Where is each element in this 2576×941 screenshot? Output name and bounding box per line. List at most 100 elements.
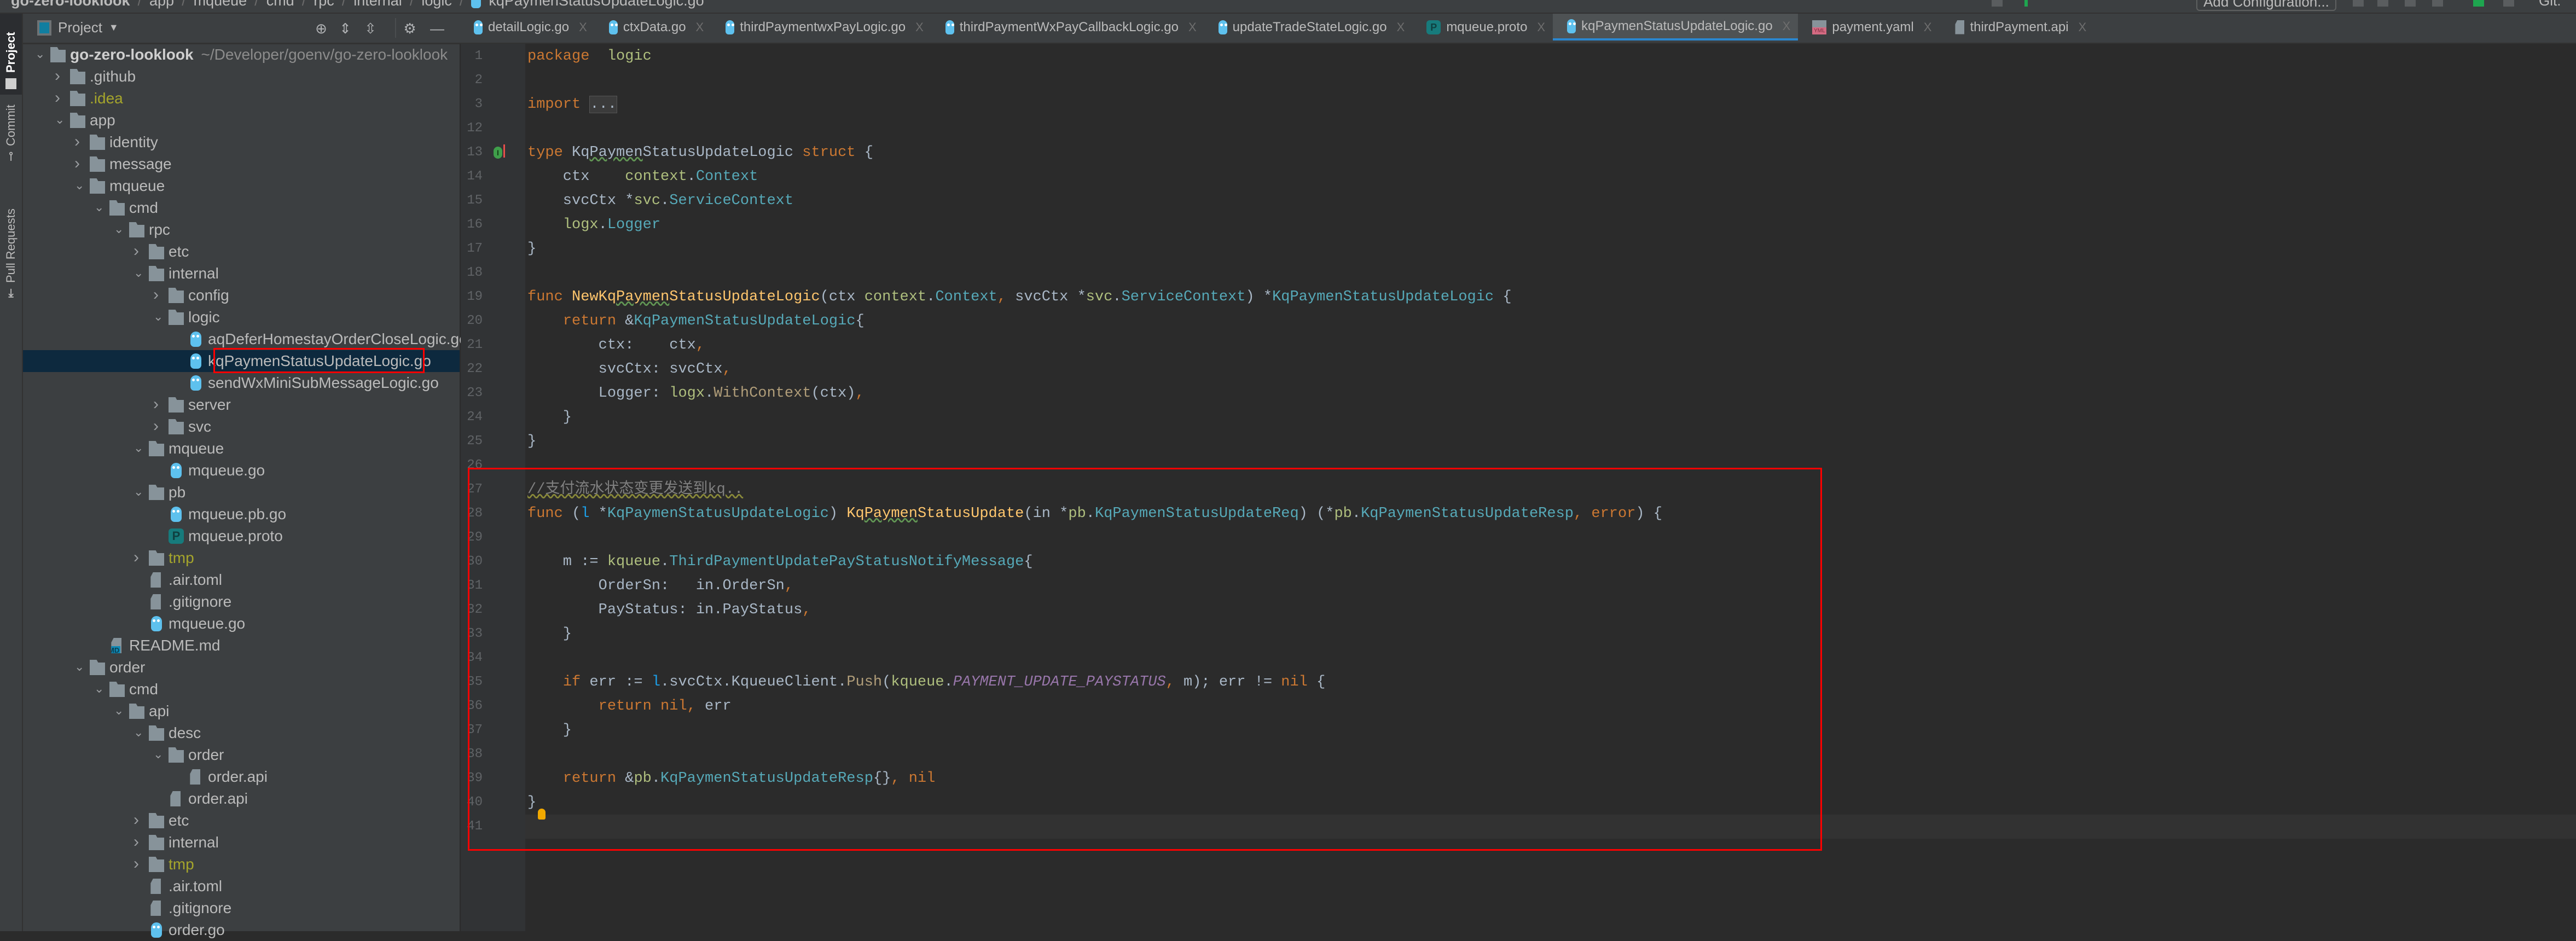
close-tab-icon[interactable]: X: [579, 20, 587, 34]
tree-item[interactable]: ⌄ mqueue: [23, 175, 460, 197]
chevron-down-icon[interactable]: ⌄: [74, 177, 85, 194]
code-line[interactable]: return nil, err: [525, 694, 2576, 718]
code-line[interactable]: [525, 646, 2576, 670]
tab-thirdPayment-api[interactable]: thirdPayment.api X: [1939, 14, 2094, 40]
tree-item[interactable]: order.api: [23, 766, 460, 788]
code-line[interactable]: [525, 742, 2576, 766]
tree-item[interactable]: Pmqueue.proto: [23, 525, 460, 547]
git-branch-icon[interactable]: [2473, 0, 2484, 7]
run-icon[interactable]: [2353, 0, 2364, 7]
close-tab-icon[interactable]: X: [1537, 20, 1545, 34]
code-line[interactable]: OrderSn: in.OrderSn,: [525, 574, 2576, 598]
chevron-down-icon[interactable]: ⌄: [134, 724, 144, 741]
chevron-right-icon[interactable]: ›: [134, 549, 144, 566]
code-line[interactable]: ctx: ctx,: [525, 333, 2576, 357]
tree-item[interactable]: › message: [23, 153, 460, 175]
code-line[interactable]: PayStatus: in.PayStatus,: [525, 598, 2576, 622]
tree-item[interactable]: ⌄ rpc: [23, 219, 460, 241]
code-line[interactable]: }: [525, 429, 2576, 454]
code-line[interactable]: }: [525, 622, 2576, 646]
project-view-selector[interactable]: Project ▼: [37, 19, 119, 36]
chevron-right-icon[interactable]: ›: [134, 834, 144, 850]
tree-item[interactable]: › etc: [23, 810, 460, 832]
code-line[interactable]: ctx context.Context: [525, 165, 2576, 189]
chevron-down-icon[interactable]: ⌄: [134, 265, 144, 281]
tree-item[interactable]: ⌄ order: [23, 744, 460, 766]
tab-kqPaymenStatusUpdateLogic-go[interactable]: kqPaymenStatusUpdateLogic.go X: [1553, 14, 1798, 40]
git-label[interactable]: Git:: [2539, 0, 2561, 9]
close-tab-icon[interactable]: X: [696, 20, 704, 34]
tree-item[interactable]: ⌄ app: [23, 109, 460, 131]
chevron-right-icon[interactable]: ›: [134, 856, 144, 872]
code-line[interactable]: [525, 68, 2576, 92]
code-line[interactable]: logx.Logger: [525, 213, 2576, 237]
tree-item[interactable]: .gitignore: [23, 897, 460, 919]
tree-item[interactable]: ⌄ internal: [23, 263, 460, 284]
tab-payment-yaml[interactable]: payment.yaml X: [1798, 14, 1939, 40]
coverage-icon[interactable]: [2405, 0, 2416, 7]
tree-item[interactable]: › internal: [23, 832, 460, 853]
go-to-usage-arrow-icon[interactable]: [503, 144, 505, 158]
tree-item[interactable]: › config: [23, 284, 460, 306]
breadcrumb-item[interactable]: logic: [421, 0, 452, 9]
code-editor[interactable]: package logic import ... type KqPaymenStat…: [525, 44, 2576, 931]
tree-item[interactable]: mqueue.go: [23, 613, 460, 635]
tree-item[interactable]: › tmp: [23, 547, 460, 569]
debug-icon[interactable]: [2377, 0, 2388, 7]
code-line[interactable]: svcCtx: svcCtx,: [525, 357, 2576, 381]
chevron-down-icon[interactable]: ⌄: [134, 484, 144, 500]
chevron-right-icon[interactable]: ›: [153, 418, 164, 434]
close-tab-icon[interactable]: X: [1924, 20, 1932, 34]
breadcrumb-item[interactable]: kqPaymenStatusUpdateLogic.go: [489, 0, 704, 9]
chevron-down-icon[interactable]: ⌄: [55, 112, 66, 128]
lightbulb-icon[interactable]: [538, 809, 546, 820]
code-line[interactable]: [525, 454, 2576, 478]
tree-item[interactable]: order.go: [23, 919, 460, 941]
tree-item[interactable]: sendWxMiniSubMessageLogic.go: [23, 372, 460, 394]
code-line[interactable]: [525, 117, 2576, 141]
commit-tool-tab[interactable]: ⊸ Commit: [0, 96, 22, 167]
code-line[interactable]: svcCtx *svc.ServiceContext: [525, 189, 2576, 213]
tree-item[interactable]: ⌄ order: [23, 657, 460, 678]
project-tool-tab[interactable]: Project: [0, 14, 22, 95]
user-icon[interactable]: [1992, 0, 2003, 7]
code-line[interactable]: return &pb.KqPaymenStatusUpdateResp{}, n…: [525, 766, 2576, 791]
code-line[interactable]: [525, 526, 2576, 550]
breadcrumb-item[interactable]: internal: [353, 0, 402, 9]
chevron-down-icon[interactable]: ⌄: [94, 681, 105, 697]
code-line[interactable]: package logic: [525, 44, 2576, 68]
tab-ctxData-go[interactable]: ctxData.go X: [595, 14, 711, 40]
close-tab-icon[interactable]: X: [2079, 20, 2087, 34]
tree-item[interactable]: ⌄ api: [23, 700, 460, 722]
code-line[interactable]: }: [525, 718, 2576, 742]
tree-item[interactable]: .air.toml: [23, 875, 460, 897]
chevron-right-icon[interactable]: ›: [55, 90, 66, 106]
breadcrumb-item[interactable]: mqueue: [194, 0, 247, 9]
chevron-right-icon[interactable]: ›: [74, 155, 85, 172]
code-line[interactable]: import ...: [525, 92, 2576, 117]
close-tab-icon[interactable]: X: [1783, 19, 1791, 33]
breadcrumb-item[interactable]: go-zero-looklook: [11, 0, 130, 9]
chevron-right-icon[interactable]: ›: [55, 68, 66, 84]
tree-item[interactable]: ⌄ logic: [23, 306, 460, 328]
code-line[interactable]: type KqPaymenStatusUpdateLogic struct {: [525, 141, 2576, 165]
tab-thirdPaymentWxPayCallbackLogic-go[interactable]: thirdPaymentWxPayCallbackLogic.go X: [931, 14, 1204, 40]
implementation-gutter-icon[interactable]: I: [494, 147, 502, 159]
expand-all-icon[interactable]: ⇕: [337, 20, 353, 37]
tree-item[interactable]: ⌄ cmd: [23, 678, 460, 700]
tree-item[interactable]: ⌄ cmd: [23, 197, 460, 219]
add-configuration-button[interactable]: Add Configuration...: [2196, 0, 2336, 11]
locate-icon[interactable]: ⊕: [313, 20, 329, 37]
close-tab-icon[interactable]: X: [1188, 20, 1197, 34]
build-hammer-icon[interactable]: [2024, 0, 2028, 7]
tree-item[interactable]: › etc: [23, 241, 460, 263]
tree-item[interactable]: › .github: [23, 66, 460, 88]
tree-item[interactable]: aqDeferHomestayOrderCloseLogic.go: [23, 328, 468, 350]
chevron-down-icon[interactable]: ⌄: [153, 309, 164, 325]
code-line[interactable]: func NewKqPaymenStatusUpdateLogic(ctx co…: [525, 285, 2576, 309]
close-tab-icon[interactable]: X: [915, 20, 924, 34]
chevron-down-icon[interactable]: ⌄: [134, 440, 144, 456]
tree-item[interactable]: .gitignore: [23, 591, 460, 613]
gear-icon[interactable]: ⚙: [402, 20, 418, 37]
code-line[interactable]: [525, 261, 2576, 285]
